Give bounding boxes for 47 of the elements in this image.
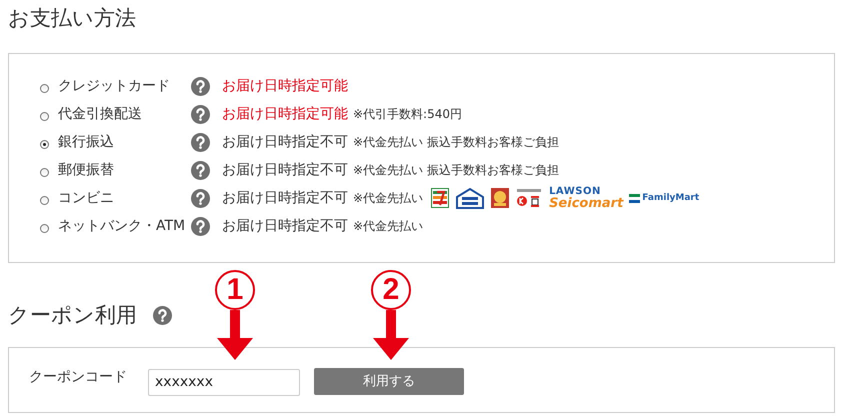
help-icon[interactable] (191, 132, 210, 152)
stripes-icon (629, 194, 640, 202)
down-arrow-icon (215, 310, 255, 360)
delivery-note: お届け日時指定可能 (222, 77, 348, 95)
radio-button[interactable] (40, 140, 49, 148)
store-wordmark: FamilyMart (642, 193, 700, 203)
payment-method-label: 代金引換配送 (58, 105, 143, 123)
delivery-note: お届け日時指定不可 (222, 217, 348, 235)
delivery-note: お届け日時指定不可 (222, 189, 348, 207)
delivery-note: お届け日時指定不可 (222, 161, 348, 179)
store-wordmark: LAWSON (549, 186, 602, 196)
coupon-code-field[interactable]: xxxxxxx (148, 368, 300, 396)
help-icon[interactable] (191, 188, 210, 208)
radio-button[interactable] (40, 84, 49, 92)
payment-method-label: 郵便振替 (58, 161, 115, 179)
store-logo-icon (431, 188, 450, 208)
step-number: 1 (215, 270, 255, 310)
store-logo-icon (515, 188, 544, 208)
house-logo-icon (455, 187, 486, 209)
apply-button[interactable]: 利用する (314, 368, 464, 394)
fee-note: ※代金先払い (353, 218, 424, 234)
payment-method-label: 銀行振込 (58, 133, 115, 151)
payment-method-label: クレジットカード (58, 77, 171, 95)
radio-button[interactable] (40, 168, 49, 176)
help-icon[interactable] (191, 216, 210, 236)
fee-note: ※代金先払い 振込手数料お客様ご負担 (353, 162, 559, 178)
radio-button[interactable] (40, 224, 49, 232)
payment-method-label: ネットバンク・ATM (58, 217, 186, 235)
help-icon[interactable] (191, 160, 210, 180)
help-icon[interactable] (191, 104, 210, 124)
field-label: クーポンコード (29, 368, 128, 386)
store-logo-icon (491, 188, 510, 208)
radio-button[interactable] (40, 196, 49, 204)
radio-button[interactable] (40, 112, 49, 120)
help-icon[interactable] (191, 76, 210, 96)
fee-note: ※代金先払い 振込手数料お客様ご負担 (353, 134, 559, 150)
help-icon[interactable] (153, 306, 172, 325)
store-wordmark: Seicomart (549, 196, 624, 210)
section-title: クーポン利用 (8, 305, 137, 326)
step-number: 2 (371, 270, 411, 310)
down-arrow-icon (371, 310, 411, 360)
delivery-note: お届け日時指定可能 (222, 105, 348, 123)
fee-note: ※代引手数料:540円 (353, 106, 462, 122)
delivery-note: お届け日時指定不可 (222, 133, 348, 151)
fee-note: ※代金先払い (353, 190, 424, 206)
section-title: お支払い方法 (7, 5, 137, 29)
payment-method-label: コンビニ (58, 189, 115, 207)
